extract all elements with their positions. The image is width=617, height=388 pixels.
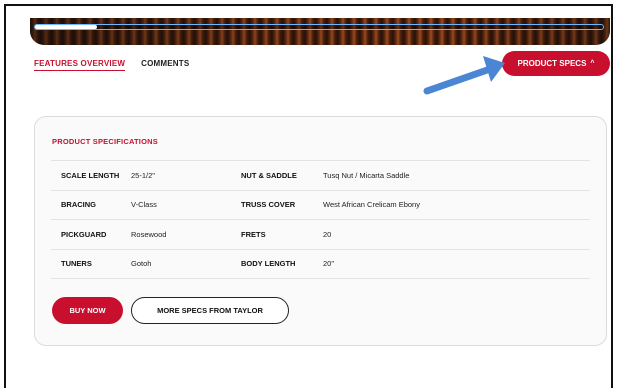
hero-image-banner xyxy=(30,18,610,45)
spec-value: 20 xyxy=(323,219,590,250)
spec-value: Tusq Nut / Micarta Saddle xyxy=(323,160,590,191)
spec-key: BODY LENGTH xyxy=(241,248,323,279)
product-specs-label: PRODUCT SPECS xyxy=(517,59,587,68)
spec-key: TRUSS COVER xyxy=(241,189,323,220)
tab-comments[interactable]: COMMENTS xyxy=(141,59,189,71)
spec-key: PICKGUARD xyxy=(51,219,131,250)
spec-value: 20" xyxy=(323,248,590,279)
chevron-up-icon: ^ xyxy=(590,60,595,67)
spec-value: Gotoh xyxy=(131,248,241,279)
table-row: SCALE LENGTH 25-1/2" NUT & SADDLE Tusq N… xyxy=(51,160,590,191)
table-row: BRACING V-Class TRUSS COVER West African… xyxy=(51,189,590,220)
table-row: PICKGUARD Rosewood FRETS 20 xyxy=(51,219,590,250)
tab-bar: FEATURES OVERVIEW COMMENTS xyxy=(34,59,189,71)
carousel-progress-track[interactable] xyxy=(34,24,604,30)
hero-image-shade xyxy=(30,18,610,45)
spec-key: BRACING xyxy=(51,189,131,220)
spec-value: Rosewood xyxy=(131,219,241,250)
spec-key: SCALE LENGTH xyxy=(51,160,131,191)
tab-features-overview[interactable]: FEATURES OVERVIEW xyxy=(34,59,126,71)
spec-value: 25-1/2" xyxy=(131,160,241,191)
card-title: PRODUCT SPECIFICATIONS xyxy=(52,137,158,146)
product-specifications-card: PRODUCT SPECIFICATIONS SCALE LENGTH 25-1… xyxy=(34,116,607,346)
spec-key: TUNERS xyxy=(51,248,131,279)
carousel-progress-fill xyxy=(35,25,98,29)
spec-value: V-Class xyxy=(131,189,241,220)
buy-now-button[interactable]: BUY NOW xyxy=(52,297,123,324)
product-specs-button[interactable]: PRODUCT SPECS ^ xyxy=(502,51,610,76)
spec-key: FRETS xyxy=(241,219,323,250)
table-row: TUNERS Gotoh BODY LENGTH 20" xyxy=(51,248,590,279)
more-specs-button[interactable]: MORE SPECS FROM TAYLOR xyxy=(131,297,289,324)
specs-table: SCALE LENGTH 25-1/2" NUT & SADDLE Tusq N… xyxy=(51,160,590,279)
spec-key: NUT & SADDLE xyxy=(241,160,323,191)
spec-value: West African Crelicam Ebony xyxy=(323,189,590,220)
